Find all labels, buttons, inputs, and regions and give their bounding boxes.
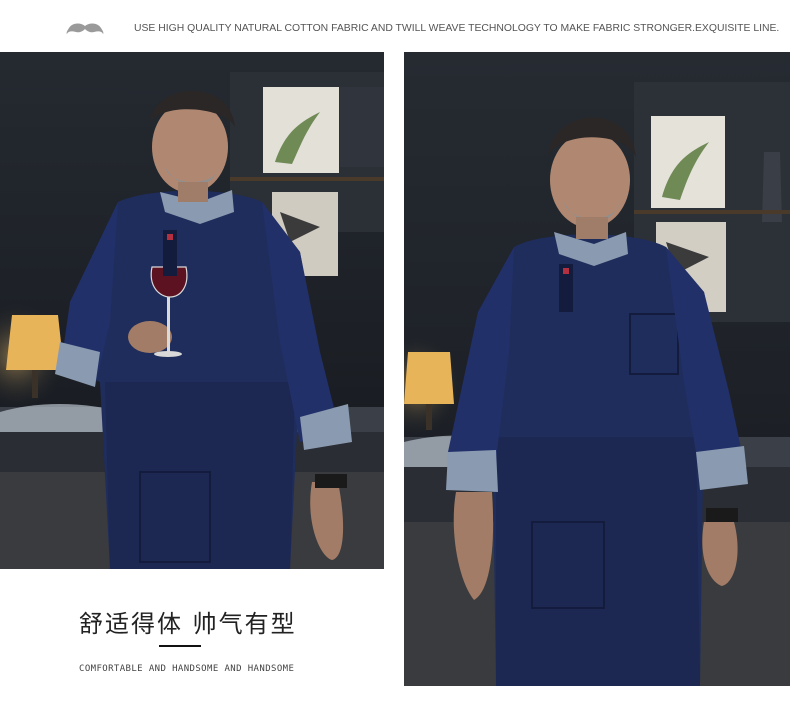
caption-title: 舒适得体 帅气有型 [79,610,297,638]
mustache-icon [66,23,104,34]
banner-tagline: USE HIGH QUALITY NATURAL COTTON FABRIC A… [134,23,780,34]
top-banner: USE HIGH QUALITY NATURAL COTTON FABRIC A… [0,0,790,52]
product-photo-left [0,52,384,569]
caption-subtitle: COMFORTABLE AND HANDSOME AND HANDSOME [79,664,295,674]
product-photo-right [404,52,790,686]
caption-divider [159,645,201,647]
